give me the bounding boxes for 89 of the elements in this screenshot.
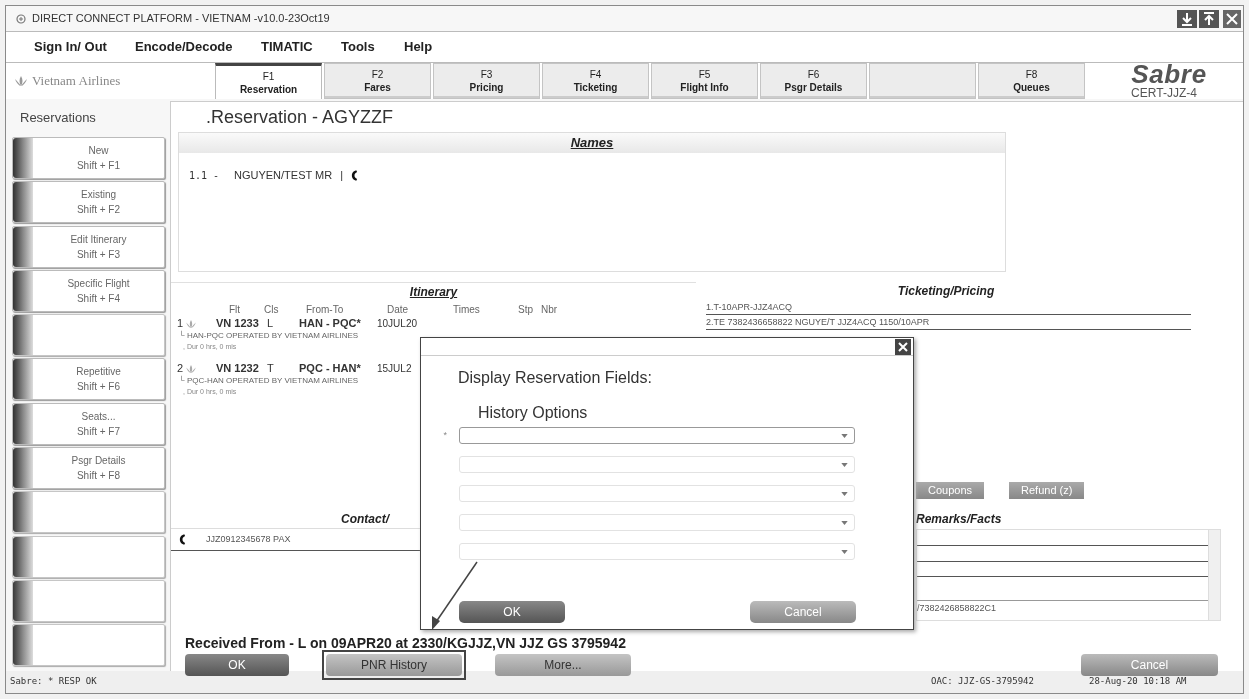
booking-class: T [267,361,275,377]
window-title: DIRECT CONNECT PLATFORM - VIETNAM -v10.0-23Oct19 [32,11,330,27]
dialog-title: Display Reservation Fields: [457,368,653,386]
column-header: Nbr [541,302,558,317]
route: PQC - HAN* [299,361,362,377]
sidebar-button[interactable]: Existing Shift + F2 [12,181,165,224]
column-header: Times [453,302,481,317]
booking-class: L [267,316,275,332]
sidebar-button[interactable] [12,491,165,534]
sidebar-button[interactable]: Repetitive Shift + F6 [12,358,165,401]
section-heading: Itinerary [409,284,458,301]
sidebar-button[interactable] [12,624,165,667]
flight-number: VN 1233 [216,316,260,332]
status-time: 28-Aug-20 10:18 AM [1089,675,1187,689]
required-marker: * [443,428,447,442]
sidebar-button[interactable]: New Shift + F1 [12,137,165,179]
status-message: Sabre: * RESP OK [9,675,98,689]
menu-item[interactable]: Help [404,37,464,57]
column-header: Stp [518,302,534,317]
tab[interactable]: F2 Fares [324,63,431,99]
caret-icon [841,491,848,496]
flight-date: 10JUL20 [377,317,418,331]
ticketing-line: 2.TE 7382436658822 NGUYE/T JJZ4ACQ 1150/10APR [706,315,1191,330]
lotus-logo-icon [185,319,197,328]
section-heading: Contact/ [341,510,389,528]
menu-item[interactable]: TIMATIC [261,37,341,57]
tab[interactable]: F1 Reservation [215,63,322,99]
phone-icon [351,168,359,182]
caret-icon [841,433,848,438]
sidebar-title: Reservations [20,109,96,128]
ticketing-line: 1.T-10APR-JJZ4ACQ [706,300,1191,315]
menu-item[interactable]: Sign In/ Out [34,37,135,57]
dialog-subtitle: History Options [477,403,589,421]
caret-icon [841,462,848,467]
tab[interactable]: F5 Flight Info [651,63,758,99]
upload-icon[interactable] [1199,9,1219,28]
section-heading: Remarks/Facts [916,511,1002,528]
lotus-logo-icon [14,76,28,86]
lotus-logo-icon [185,364,197,373]
column-header: From-To [306,302,345,317]
dropdown-field[interactable] [459,427,855,444]
passenger-name: NGUYEN/TEST MR [234,168,333,183]
name-number: 1.1 - [189,168,221,183]
caret-icon [841,549,848,554]
flight-number: VN 1232 [216,361,260,377]
sidebar-button[interactable] [12,314,165,357]
menu-item[interactable]: Tools [341,37,404,57]
segment-number: 2 [177,361,185,376]
action-button[interactable]: More... [495,654,631,676]
column-header: Cls [264,302,280,317]
environment-label: CERT-JJZ-4 [1131,87,1197,99]
column-header: Date [387,302,410,317]
action-button[interactable]: OK [185,654,289,676]
caret-icon [841,520,848,525]
close-icon[interactable] [1223,9,1241,28]
route: HAN - PQC* [299,316,362,332]
contact-entry: JJZ0912345678 PAX [206,532,291,546]
action-button[interactable]: PNR History [326,654,462,676]
flight-date: 15JUL2 [377,362,412,376]
app-icon [16,13,26,24]
separator: | [340,168,344,183]
menu-item[interactable]: Encode/Decode [135,37,261,57]
segment-number: 1 [177,316,185,331]
phone-icon [179,533,186,546]
airline-logo: Vietnam Airlines [32,72,121,91]
sidebar-button[interactable]: Seats... Shift + F7 [12,402,165,445]
reservation-title: .Reservation - AGYZZF [206,105,394,129]
sidebar-button[interactable] [12,535,165,578]
section-heading: Ticketing/Pricing [897,283,995,300]
scrollbar[interactable] [1208,530,1220,620]
tab[interactable]: F8 Queues [978,63,1085,99]
tab[interactable]: F3 Pricing [433,63,540,99]
sidebar-button[interactable]: Edit Itinerary Shift + F3 [12,225,165,268]
operated-by-note: └ PQC-HAN OPERATED BY VIETNAM AIRLINES [179,375,359,386]
section-heading: Names [570,134,614,153]
download-icon[interactable] [1177,9,1197,28]
sidebar-button[interactable]: Psgr Details Shift + F8 [12,447,165,490]
tab[interactable]: F6 Psgr Details [760,63,867,99]
sabre-logo: Sabre [1131,61,1207,87]
dialog-button[interactable]: OK [459,601,565,623]
remark-line: /7382426858822C1 [917,602,998,615]
column-header: Flt [229,302,242,317]
close-icon[interactable] [895,338,911,355]
sidebar-button[interactable] [12,579,165,622]
office-id: OAC: JJZ-GS-3795942 [931,675,1035,689]
tab[interactable]: F4 Ticketing [542,63,649,99]
received-from-text: Received From - L on 09APR20 at 2330/KGJJZ,VN JJZ GS 3795942 [185,633,626,653]
operated-by-note: └ HAN-PQC OPERATED BY VIETNAM AIRLINES [179,330,359,341]
sidebar-button[interactable]: Specific Flight Shift + F4 [12,269,165,312]
